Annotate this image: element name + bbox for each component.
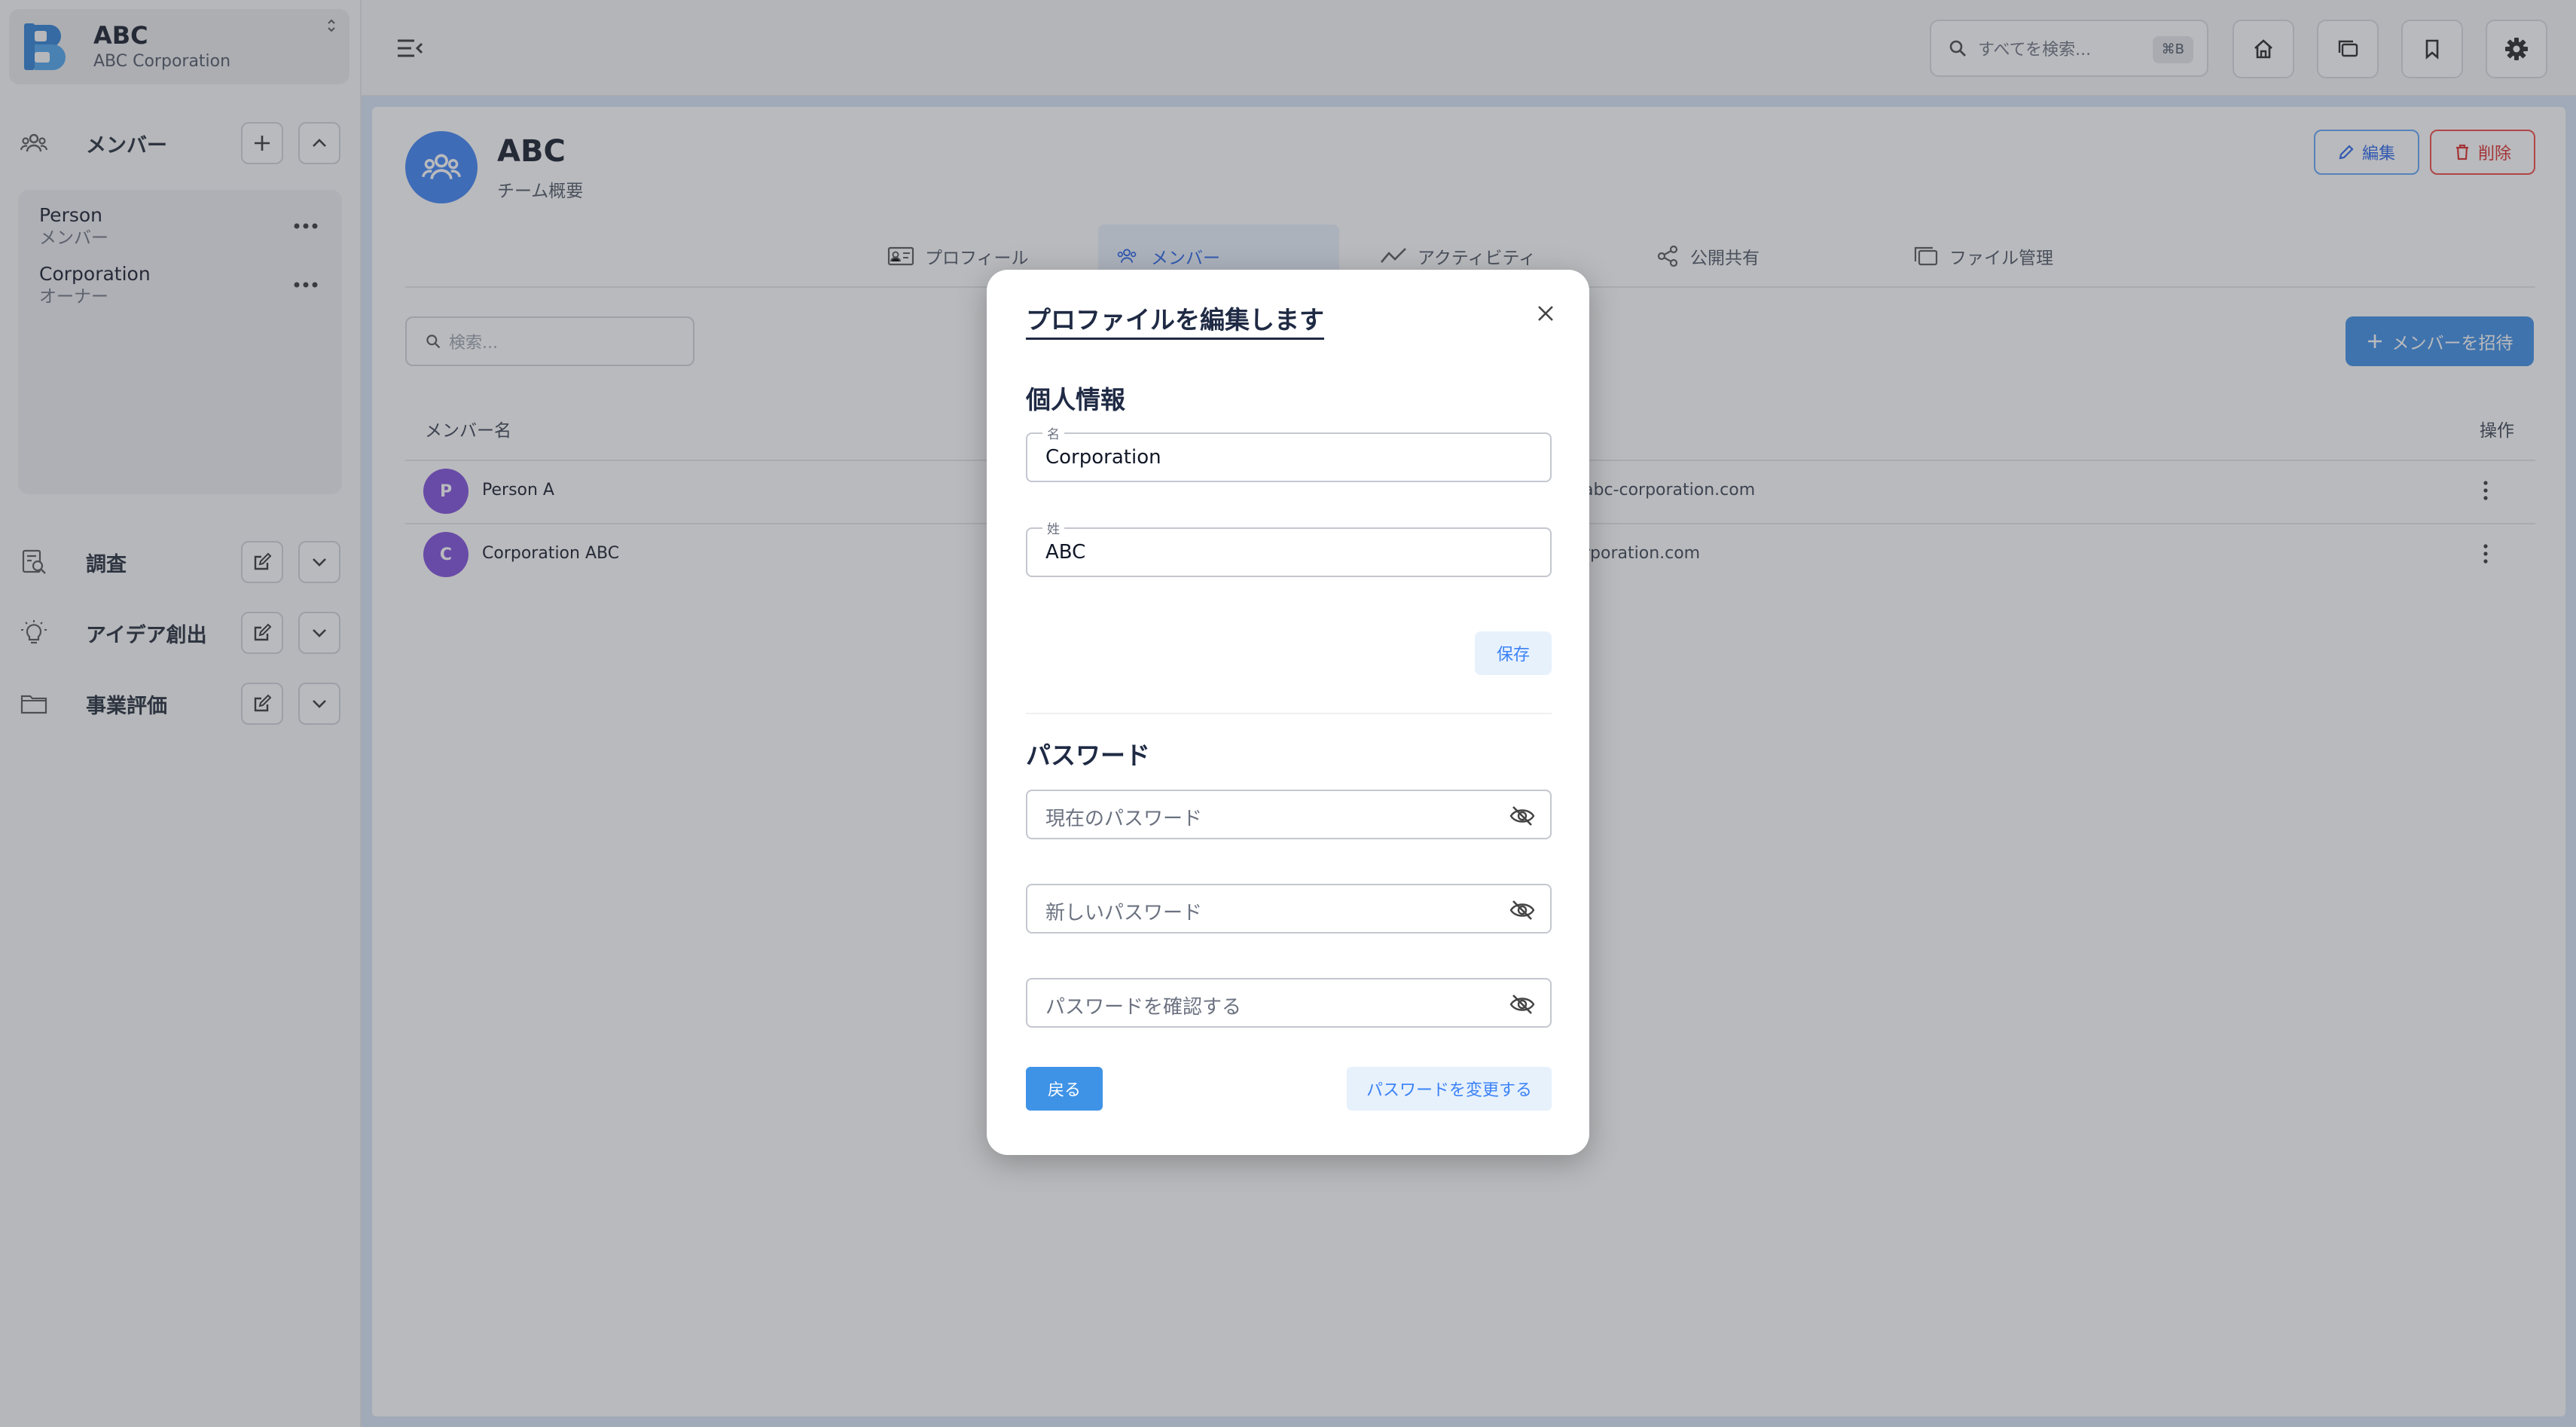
back-button[interactable]: 戻る (1026, 1067, 1103, 1111)
edit-profile-dialog: プロファイルを編集します 個人情報 名 Corporation 姓 ABC 保存… (987, 270, 1589, 1155)
confirm-password-field[interactable]: パスワードを確認する (1026, 978, 1552, 1028)
eye-off-icon[interactable] (1509, 993, 1535, 1016)
section-divider (1026, 713, 1552, 714)
personal-info-heading: 個人情報 (1026, 385, 1125, 414)
first-name-field[interactable]: 名 Corporation (1026, 423, 1552, 482)
close-icon[interactable] (1535, 303, 1556, 324)
eye-off-icon[interactable] (1509, 805, 1535, 827)
last-name-label: 姓 (1042, 518, 1064, 537)
new-password-field[interactable]: 新しいパスワード (1026, 884, 1552, 934)
current-password-placeholder: 現在のパスワード (1045, 808, 1203, 830)
confirm-password-placeholder: パスワードを確認する (1045, 996, 1242, 1019)
first-name-value: Corporation (1045, 446, 1161, 469)
password-heading: パスワード (1026, 741, 1150, 770)
first-name-label: 名 (1042, 423, 1064, 442)
new-password-placeholder: 新しいパスワード (1045, 902, 1203, 924)
current-password-field[interactable]: 現在のパスワード (1026, 790, 1552, 839)
last-name-value: ABC (1045, 541, 1086, 564)
dialog-title: プロファイルを編集します (1026, 300, 1324, 340)
save-button[interactable]: 保存 (1475, 631, 1552, 675)
eye-off-icon[interactable] (1509, 899, 1535, 921)
last-name-field[interactable]: 姓 ABC (1026, 518, 1552, 577)
change-password-button[interactable]: パスワードを変更する (1347, 1067, 1552, 1111)
